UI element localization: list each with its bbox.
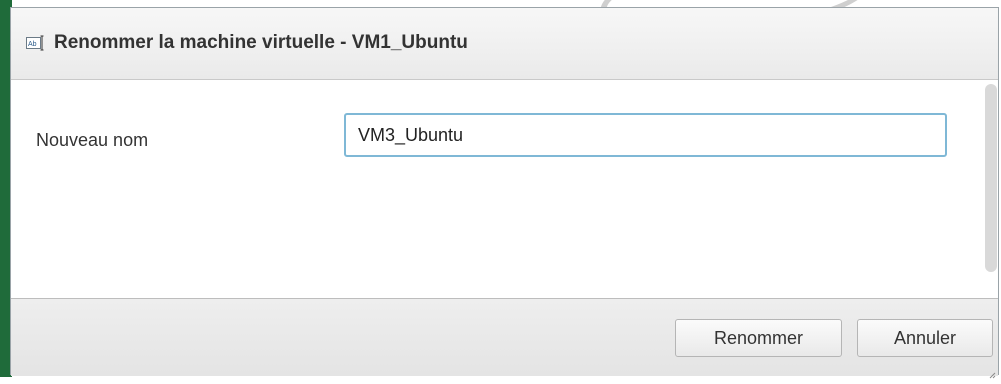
dialog-footer: Renommer Annuler (11, 298, 998, 379)
rename-icon: Ab (26, 35, 46, 51)
new-name-label: Nouveau nom (36, 130, 149, 150)
dialog-titlebar[interactable]: Ab Renommer la machine virtuelle - VM1_U… (11, 8, 998, 80)
vertical-scrollbar[interactable] (985, 84, 997, 272)
dialog-title: Renommer la machine virtuelle - VM1_Ubun… (54, 32, 468, 53)
resize-grip-icon[interactable] (988, 366, 996, 379)
dialog-body: Nouveau nom (11, 80, 998, 298)
rename-vm-dialog: Ab Renommer la machine virtuelle - VM1_U… (10, 7, 999, 379)
new-name-input[interactable] (344, 113, 947, 157)
rename-button[interactable]: Renommer (675, 319, 842, 357)
cancel-button[interactable]: Annuler (857, 319, 993, 357)
svg-text:Ab: Ab (28, 41, 37, 48)
